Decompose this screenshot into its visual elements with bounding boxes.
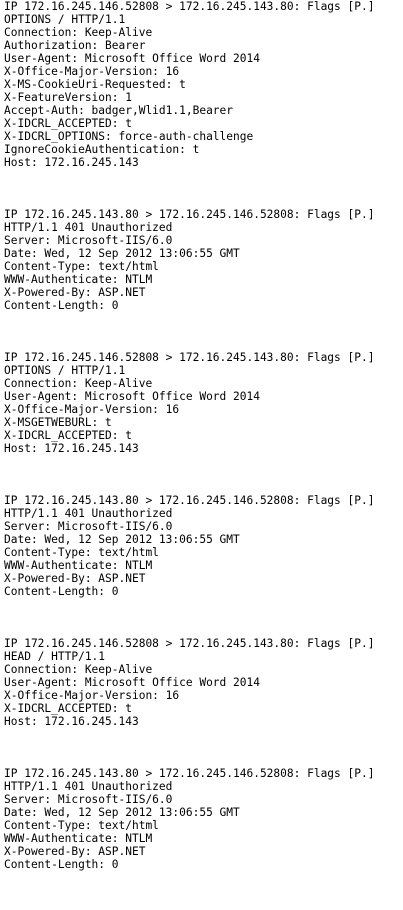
http-line: Content-Length: 0: [4, 299, 119, 312]
http-line: X-IDCRL_ACCEPTED: t: [4, 702, 132, 715]
http-line: X-Office-Major-Version: 16: [4, 403, 180, 416]
packet-header-line: IP 172.16.245.143.80 > 172.16.245.146.52…: [4, 208, 375, 221]
packet-header-line: IP 172.16.245.146.52808 > 172.16.245.143…: [4, 351, 375, 364]
http-line: Host: 172.16.245.143: [4, 442, 139, 455]
http-line: X-Office-Major-Version: 16: [4, 689, 180, 702]
http-line: HTTP/1.1 401 Unauthorized: [4, 780, 173, 793]
http-line: WWW-Authenticate: NTLM: [4, 273, 153, 286]
http-line: Content-Type: text/html: [4, 260, 159, 273]
packet-block: IP 172.16.245.143.80 > 172.16.245.146.52…: [4, 494, 401, 598]
http-line: User-Agent: Microsoft Office Word 2014: [4, 52, 260, 65]
http-line: HTTP/1.1 401 Unauthorized: [4, 507, 173, 520]
http-line: Date: Wed, 12 Sep 2012 13:06:55 GMT: [4, 247, 240, 260]
http-line: X-MSGETWEBURL: t: [4, 416, 112, 429]
http-line: Connection: Keep-Alive: [4, 26, 153, 39]
http-line: Content-Length: 0: [4, 858, 119, 871]
packet-header-line: IP 172.16.245.146.52808 > 172.16.245.143…: [4, 637, 375, 650]
http-line: X-IDCRL_OPTIONS: force-auth-challenge: [4, 130, 254, 143]
http-line: X-MS-CookieUri-Requested: t: [4, 78, 186, 91]
http-line: HTTP/1.1 401 Unauthorized: [4, 221, 173, 234]
http-line: Connection: Keep-Alive: [4, 663, 153, 676]
packet-header-line: IP 172.16.245.143.80 > 172.16.245.146.52…: [4, 767, 375, 780]
http-line: X-Office-Major-Version: 16: [4, 65, 180, 78]
http-line: OPTIONS / HTTP/1.1: [4, 13, 126, 26]
http-line: X-Powered-By: ASP.NET: [4, 572, 146, 585]
packet-header-line: IP 172.16.245.146.52808 > 172.16.245.143…: [4, 0, 375, 13]
packet-block: IP 172.16.245.143.80 > 172.16.245.146.52…: [4, 767, 401, 871]
http-line: Connection: Keep-Alive: [4, 377, 153, 390]
http-line: User-Agent: Microsoft Office Word 2014: [4, 676, 260, 689]
packet-block: IP 172.16.245.146.52808 > 172.16.245.143…: [4, 0, 401, 169]
http-line: OPTIONS / HTTP/1.1: [4, 364, 126, 377]
packet-block: IP 172.16.245.143.80 > 172.16.245.146.52…: [4, 208, 401, 312]
packet-block: IP 172.16.245.146.52808 > 172.16.245.143…: [4, 351, 401, 455]
packet-log: IP 172.16.245.146.52808 > 172.16.245.143…: [4, 0, 401, 910]
packet-header-line: IP 172.16.245.143.80 > 172.16.245.146.52…: [4, 494, 375, 507]
http-line: User-Agent: Microsoft Office Word 2014: [4, 390, 260, 403]
http-line: Date: Wed, 12 Sep 2012 13:06:55 GMT: [4, 533, 240, 546]
http-line: Authorization: Bearer: [4, 39, 146, 52]
http-line: X-Powered-By: ASP.NET: [4, 286, 146, 299]
http-line: WWW-Authenticate: NTLM: [4, 559, 153, 572]
http-line: Content-Length: 0: [4, 585, 119, 598]
http-line: IgnoreCookieAuthentication: t: [4, 143, 200, 156]
http-line: X-IDCRL_ACCEPTED: t: [4, 117, 132, 130]
http-line: Host: 172.16.245.143: [4, 715, 139, 728]
http-line: WWW-Authenticate: NTLM: [4, 832, 153, 845]
http-line: Host: 172.16.245.143: [4, 156, 139, 169]
http-line: X-IDCRL_ACCEPTED: t: [4, 429, 132, 442]
http-line: X-FeatureVersion: 1: [4, 91, 132, 104]
http-line: Accept-Auth: badger,Wlid1.1,Bearer: [4, 104, 234, 117]
http-line: X-Powered-By: ASP.NET: [4, 845, 146, 858]
http-line: Content-Type: text/html: [4, 546, 159, 559]
http-line: Content-Type: text/html: [4, 819, 159, 832]
http-line: HEAD / HTTP/1.1: [4, 650, 106, 663]
http-line: Server: Microsoft-IIS/6.0: [4, 520, 173, 533]
http-line: Server: Microsoft-IIS/6.0: [4, 793, 173, 806]
http-line: Date: Wed, 12 Sep 2012 13:06:55 GMT: [4, 806, 240, 819]
packet-block: IP 172.16.245.146.52808 > 172.16.245.143…: [4, 637, 401, 728]
http-line: Server: Microsoft-IIS/6.0: [4, 234, 173, 247]
